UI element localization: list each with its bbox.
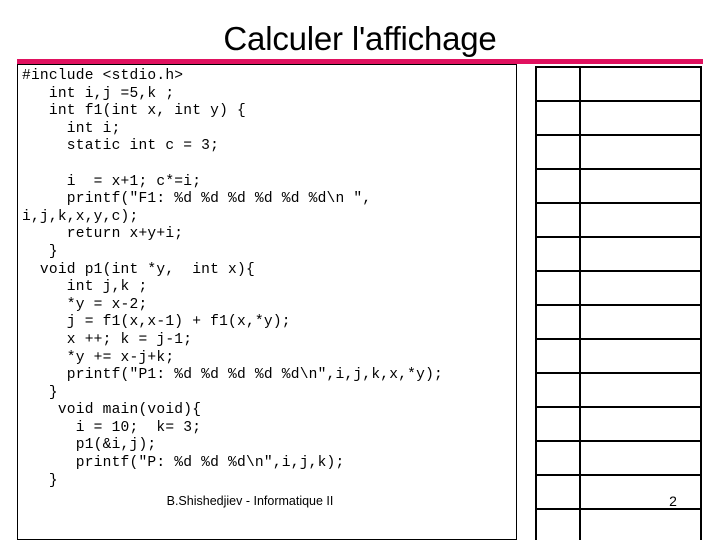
table-row	[535, 202, 702, 238]
trace-table-body	[535, 66, 702, 540]
table-row	[535, 66, 702, 102]
table-cell[interactable]	[535, 304, 581, 340]
table-cell[interactable]	[579, 134, 702, 170]
slide-canvas: Calculer l'affichage #include <stdio.h> …	[0, 0, 720, 540]
table-cell[interactable]	[535, 134, 581, 170]
table-cell[interactable]	[535, 474, 581, 510]
table-cell[interactable]	[579, 236, 702, 272]
table-row	[535, 440, 702, 476]
table-cell[interactable]	[579, 66, 702, 102]
table-cell[interactable]	[579, 338, 702, 374]
page-number: 2	[669, 493, 677, 509]
table-cell[interactable]	[579, 406, 702, 442]
table-cell[interactable]	[579, 440, 702, 476]
table-row	[535, 372, 702, 408]
code-listing-box: #include <stdio.h> int i,j =5,k ; int f1…	[17, 64, 517, 540]
table-row	[535, 304, 702, 340]
table-cell[interactable]	[579, 202, 702, 238]
table-cell[interactable]	[535, 372, 581, 408]
table-cell[interactable]	[535, 270, 581, 306]
table-row	[535, 338, 702, 374]
table-row	[535, 168, 702, 204]
table-row	[535, 236, 702, 272]
table-cell[interactable]	[535, 508, 581, 540]
page-title: Calculer l'affichage	[223, 20, 497, 57]
table-cell[interactable]	[579, 372, 702, 408]
table-row	[535, 508, 702, 540]
table-cell[interactable]	[535, 440, 581, 476]
table-row	[535, 270, 702, 306]
trace-table	[535, 66, 702, 540]
table-cell[interactable]	[579, 508, 702, 540]
table-row	[535, 406, 702, 442]
footer-author: B.Shishedjiev - Informatique II	[166, 494, 334, 508]
table-cell[interactable]	[535, 236, 581, 272]
table-cell[interactable]	[535, 100, 581, 136]
table-cell[interactable]	[535, 168, 581, 204]
table-cell[interactable]	[579, 270, 702, 306]
table-cell[interactable]	[535, 202, 581, 238]
table-cell[interactable]	[579, 100, 702, 136]
table-cell[interactable]	[535, 406, 581, 442]
table-row	[535, 100, 702, 136]
table-row	[535, 134, 702, 170]
table-cell[interactable]	[579, 168, 702, 204]
code-listing-text: #include <stdio.h> int i,j =5,k ; int f1…	[22, 68, 444, 489]
table-cell[interactable]	[579, 304, 702, 340]
table-cell[interactable]	[535, 338, 581, 374]
table-cell[interactable]	[535, 66, 581, 102]
